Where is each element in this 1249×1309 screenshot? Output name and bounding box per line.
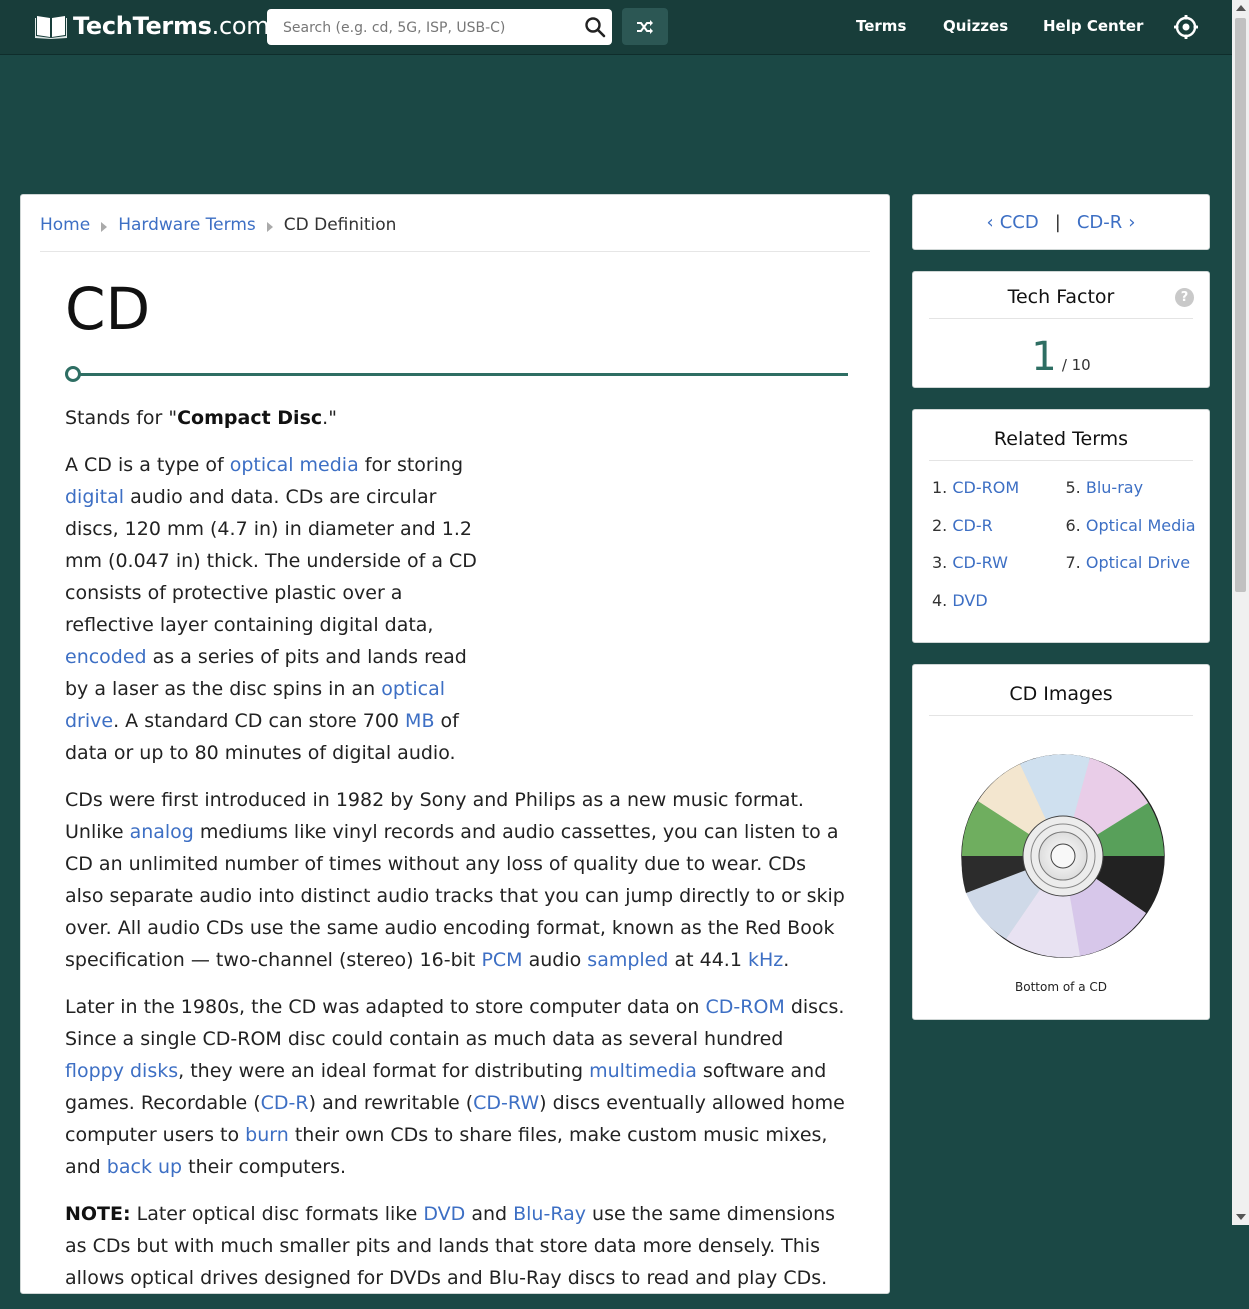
stands-for: Stands for "Compact Disc." [65,407,337,429]
tech-factor-value: 1 [1031,334,1057,380]
shuffle-icon [637,19,653,34]
related-term-item: 2. CD-R [932,515,993,535]
related-terms-box: Related Terms 1. CD-ROM 2. CD-R 3. CD-RW… [912,409,1210,643]
tech-factor-denominator: / 10 [1061,356,1091,374]
settings-gear-icon[interactable] [1174,15,1198,39]
related-terms-col-2: 5. Blu-ray 6. Optical Media 7. Optical D… [1066,478,1200,628]
related-term-item: 7. Optical Drive [1065,553,1191,572]
breadcrumb-arrow-icon [101,222,108,232]
logo-text: TechTerms.com [73,12,270,40]
related-term-link[interactable]: DVD [952,591,987,610]
prev-term-link[interactable]: ‹ CCD [981,212,1039,233]
search-icon[interactable] [584,16,606,38]
related-terms-col-1: 1. CD-ROM 2. CD-R 3. CD-RW 4. DVD [932,478,1066,628]
nav-help-center[interactable]: Help Center [1043,17,1143,35]
related-term-link[interactable]: CD-R [952,516,992,535]
next-term-link[interactable]: CD-R › [1077,212,1142,233]
term-images-title: CD Images [929,683,1193,716]
book-icon [35,16,67,39]
paragraph-3: Later in the 1980s, the CD was adapted t… [65,996,845,1178]
tech-factor-score: 1 / 10 [913,334,1209,380]
related-term-link[interactable]: Optical Drive [1086,553,1190,572]
inline-term-link[interactable]: floppy disks [65,1060,178,1082]
definition-text: Stands for "Compact Disc." A CD is a typ… [65,402,845,1309]
inline-term-link[interactable]: MB [405,710,434,732]
inline-term-link[interactable]: multimedia [589,1060,697,1082]
related-term-link[interactable]: CD-RW [952,553,1008,572]
chevron-right-icon: › [1128,211,1136,233]
paragraph-2: CDs were first introduced in 1982 by Son… [65,789,845,971]
scroll-down-arrow-icon[interactable] [1236,1214,1246,1220]
nav-terms[interactable]: Terms [856,17,906,35]
scroll-up-arrow-icon[interactable] [1236,5,1246,11]
search-input[interactable] [281,9,575,47]
scrollbar-thumb[interactable] [1235,18,1246,592]
tech-factor-box: Tech Factor ? 1 / 10 [912,271,1210,388]
term-images-box: CD Images Bottom of a CD [912,664,1210,1020]
related-term-item: 3. CD-RW [932,553,1008,572]
breadcrumb-home[interactable]: Home [40,215,90,235]
inline-term-link[interactable]: optical drive [65,678,445,732]
inline-term-link[interactable]: DVD [423,1203,465,1225]
search-box [267,9,612,47]
related-term-link[interactable]: Optical Media [1086,516,1196,535]
site-logo[interactable]: TechTerms.com [35,12,270,40]
tech-factor-title: Tech Factor [929,286,1193,319]
paragraph-note: NOTE: Later optical disc formats like DV… [65,1203,836,1289]
prev-next-separator: | [1054,211,1061,233]
inline-term-link[interactable]: CD-ROM [705,996,784,1018]
prev-next-nav: ‹ CCD | CD-R › [912,194,1210,250]
cd-disc-image[interactable] [960,753,1166,959]
inline-term-link[interactable]: CD-R [261,1092,309,1114]
related-term-link[interactable]: Blu-ray [1086,478,1143,497]
inline-term-link[interactable]: sampled [587,949,668,971]
related-term-link[interactable]: CD-ROM [952,478,1019,497]
title-divider [65,366,848,382]
breadcrumb-arrow-icon [266,222,273,232]
breadcrumb-current: CD Definition [283,215,397,235]
page-title: CD [65,275,151,343]
inline-term-link[interactable]: burn [245,1124,289,1146]
chevron-left-icon: ‹ [986,211,994,233]
related-term-item: 1. CD-ROM [932,478,1020,497]
inline-term-link[interactable]: Blu-Ray [513,1203,586,1225]
top-navbar: TechTerms.com Terms Quizzes Help Center [0,0,1232,55]
inline-term-link[interactable]: back up [107,1156,182,1178]
inline-term-link[interactable]: digital [65,486,124,508]
divider-line [75,373,848,376]
inline-term-link[interactable]: kHz [748,949,783,971]
image-caption: Bottom of a CD [1015,980,1107,994]
inline-term-link[interactable]: PCM [481,949,522,971]
page-scrollbar[interactable] [1232,0,1249,1225]
related-term-item: 4. DVD [932,590,988,610]
paragraph-1: A CD is a type of optical media for stor… [65,454,477,764]
random-term-button[interactable] [622,8,668,45]
related-term-item: 6. Optical Media [1065,515,1196,535]
breadcrumb-category[interactable]: Hardware Terms [118,215,256,235]
inline-term-link[interactable]: encoded [65,646,147,668]
related-term-item: 5. Blu-ray [1065,478,1144,497]
divider-dot [65,366,81,382]
help-question-icon[interactable]: ? [1175,288,1194,307]
related-terms-title: Related Terms [929,428,1193,461]
definition-card: Home Hardware Terms CD Definition CD Sta… [20,194,890,1294]
inline-term-link[interactable]: optical media [230,454,359,476]
breadcrumb: Home Hardware Terms CD Definition [40,215,870,252]
note-label: NOTE: [65,1203,131,1225]
nav-quizzes[interactable]: Quizzes [943,17,1008,35]
inline-term-link[interactable]: CD-RW [473,1092,539,1114]
inline-term-link[interactable]: analog [130,821,194,843]
